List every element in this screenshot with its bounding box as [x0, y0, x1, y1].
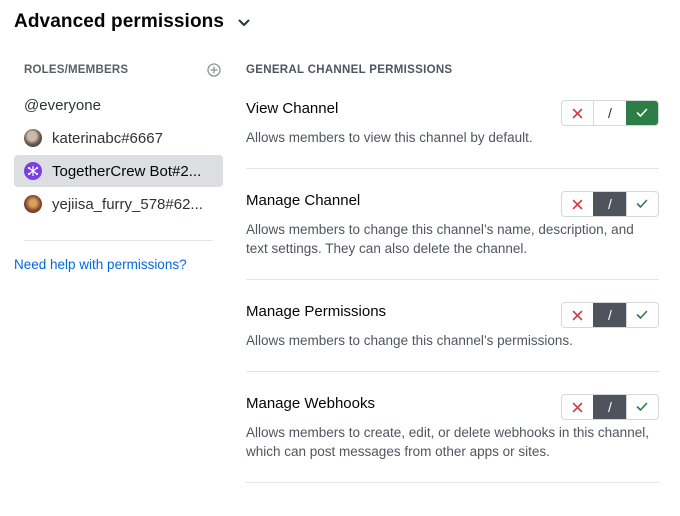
permission-manage-channel: Manage Channel Allows members to change … — [246, 169, 659, 280]
help-permissions-link[interactable]: Need help with permissions? — [14, 257, 223, 272]
member-name: yejiisa_furry_578#62... — [52, 195, 203, 213]
page-header: Advanced permissions — [14, 8, 250, 36]
photo-avatar-icon — [24, 129, 42, 147]
slash-label: / — [608, 105, 612, 121]
chevron-down-icon[interactable] — [238, 19, 250, 27]
add-circle-icon[interactable] — [207, 63, 221, 77]
slash-label: / — [608, 307, 612, 323]
x-icon — [572, 402, 583, 412]
neutral-button[interactable]: / — [593, 395, 626, 419]
permission-toggle: / — [561, 394, 659, 420]
permission-manage-permissions: Manage Permissions Allows members to cha… — [246, 280, 659, 372]
allow-button[interactable] — [625, 303, 658, 327]
deny-button[interactable] — [562, 395, 593, 419]
x-icon — [572, 199, 583, 209]
deny-button[interactable] — [562, 101, 593, 125]
permissions-panel: GENERAL CHANNEL PERMISSIONS View Channel… — [246, 60, 659, 483]
member-katerinabc[interactable]: katerinabc#6667 — [14, 122, 223, 154]
deny-button[interactable] — [562, 192, 593, 216]
permission-description: Allows members to create, edit, or delet… — [246, 425, 649, 459]
neutral-button[interactable]: / — [593, 192, 626, 216]
check-icon — [637, 199, 648, 208]
x-icon — [572, 310, 583, 320]
check-icon — [637, 402, 648, 411]
permission-manage-webhooks: Manage Webhooks Allows members to create… — [246, 372, 659, 483]
photo-avatar-icon — [24, 195, 42, 213]
check-icon — [637, 108, 648, 117]
permission-view-channel: View Channel Allows members to view this… — [246, 100, 659, 169]
allow-button[interactable] — [625, 192, 658, 216]
member-togethercrew-bot[interactable]: TogetherCrew Bot#2... — [14, 155, 223, 187]
permission-description: Allows members to view this channel by d… — [246, 130, 533, 145]
member-name: TogetherCrew Bot#2... — [52, 162, 202, 180]
roles-members-header: ROLES/MEMBERS — [14, 60, 223, 80]
page-title: Advanced permissions — [14, 11, 225, 32]
allow-button[interactable] — [625, 101, 658, 125]
slash-label: / — [608, 399, 612, 415]
permission-description: Allows members to change this channel’s … — [246, 333, 573, 348]
check-icon — [637, 310, 648, 319]
member-everyone[interactable]: @everyone — [14, 89, 223, 121]
member-name: katerinabc#6667 — [52, 129, 163, 147]
allow-button[interactable] — [625, 395, 658, 419]
roles-members-heading: ROLES/MEMBERS — [24, 64, 129, 76]
permission-description: Allows members to change this channel’s … — [246, 222, 634, 256]
neutral-button[interactable]: / — [593, 101, 625, 125]
sidebar-divider — [24, 240, 213, 241]
roles-members-sidebar: ROLES/MEMBERS @everyone katerinabc#6667 … — [14, 60, 223, 272]
permission-toggle: / — [561, 191, 659, 217]
permission-toggle: / — [561, 100, 659, 126]
member-yejiisa[interactable]: yejiisa_furry_578#62... — [14, 188, 223, 220]
neutral-button[interactable]: / — [593, 303, 626, 327]
member-name: @everyone — [24, 96, 101, 114]
deny-button[interactable] — [562, 303, 593, 327]
bot-avatar-icon — [24, 162, 42, 180]
slash-label: / — [608, 196, 612, 212]
permission-toggle: / — [561, 302, 659, 328]
section-title: GENERAL CHANNEL PERMISSIONS — [246, 64, 453, 76]
x-icon — [572, 108, 583, 118]
